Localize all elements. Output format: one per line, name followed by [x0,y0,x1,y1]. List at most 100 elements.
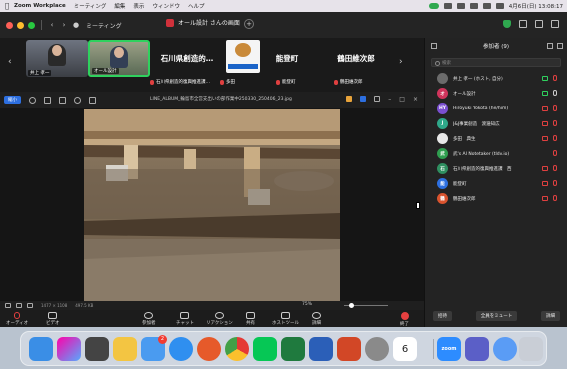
close-window-button[interactable] [6,21,13,29]
name-tile-tsuruta[interactable]: 鶴田維次郎 [318,40,394,77]
firefox-icon[interactable] [197,337,221,361]
close-icon[interactable] [557,43,563,49]
pop-out-icon[interactable] [547,43,553,49]
chevron-left-icon[interactable]: ‹ [8,57,16,71]
fullscreen-icon[interactable] [551,20,559,28]
markup-icon[interactable] [346,96,353,102]
video-button[interactable]: ビデオ [46,312,60,326]
search-icon[interactable] [482,3,491,9]
zoom-app-icon[interactable]: zoom [437,337,461,361]
participant-row[interactable]: 井上 孝一 (ホスト, 自分) [425,71,567,86]
avatar-tada[interactable] [226,40,260,73]
participant-row[interactable]: 能能登町 [425,176,567,191]
host-tools-button[interactable]: ホストツール [272,312,299,326]
status-icon[interactable] [443,3,452,9]
participant-row[interactable]: 武武's AI Notetaker (tldv.io) [425,146,567,161]
crop-icon[interactable] [44,96,51,104]
name-tile-ishikawa[interactable]: 石川県創造的… [150,40,224,77]
wifi-icon[interactable] [456,3,465,9]
invite-button[interactable]: 招待 [433,311,452,321]
share-icon[interactable] [89,96,96,104]
chrome-icon[interactable] [225,337,249,361]
mail-icon[interactable]: 2 [141,335,167,361]
audio-button[interactable]: オーディオ [6,312,28,326]
mute-all-button[interactable]: 全員をミュート [475,311,518,321]
participant-row[interactable]: 鶴鶴田維次郎 [425,191,567,206]
info-icon[interactable] [74,96,81,104]
divider [41,20,42,30]
calendar-icon[interactable]: 6 [393,337,417,361]
chevron-down-icon[interactable] [431,43,437,49]
name-tile-noto[interactable]: 能登町 [260,40,314,77]
participant-name: 武's AI Notetaker (tldv.io) [453,151,510,157]
zoom-slider-knob[interactable] [349,303,354,308]
notes-icon[interactable] [113,337,137,361]
powerpoint-icon[interactable] [337,337,361,361]
menu-meeting[interactable]: ミーティング [74,2,107,10]
trash-icon[interactable] [519,337,543,361]
participant-row[interactable]: HY Hiroyuki Yokota (he/him) [425,101,567,116]
tile-sub-text: 多田 [226,80,235,85]
zoom-slider[interactable] [344,303,388,308]
reactions-button[interactable]: リアクション [206,312,233,326]
more-icon[interactable] [374,96,381,102]
chat-button[interactable]: チャット [176,312,194,326]
maximize-window-button[interactable] [28,21,35,29]
excel-icon[interactable] [281,337,305,361]
minimize-window-button[interactable] [17,21,24,29]
safari-icon[interactable] [169,337,193,361]
video-tile-inoue[interactable]: 井上 孝一 [26,40,88,77]
more-button[interactable]: 詳細 [312,312,321,326]
restore-icon[interactable]: □ [399,96,405,103]
end-button[interactable]: 終了 [400,312,409,327]
teams-icon[interactable] [465,337,489,361]
more-options-button[interactable]: 詳細 [541,311,560,321]
menu-app-name[interactable]: Zoom Workplace [14,3,66,9]
battery-icon[interactable] [469,3,478,9]
cloud-icon[interactable] [360,96,367,102]
info-icon[interactable] [27,303,33,308]
app-icon[interactable] [493,337,517,361]
rotate-icon[interactable] [29,96,36,104]
menu-help[interactable]: ヘルプ [188,2,205,10]
camera-icon[interactable] [85,337,109,361]
pin-icon[interactable] [535,20,543,28]
menu-edit[interactable]: 編集 [114,2,125,10]
shield-icon[interactable] [503,20,511,28]
participant-row[interactable]: 石石川県創造的復興推進課 西 [425,161,567,176]
zoom-level[interactable]: 75% [302,302,312,307]
share-tab[interactable]: オール設計 さんの画面 [166,18,240,27]
settings-icon[interactable] [365,337,389,361]
share-button[interactable]: 共有 [246,312,255,326]
participant-row[interactable]: 多田 典生 [425,131,567,146]
annotate-icon[interactable] [59,96,66,104]
menu-clock[interactable]: 4月6日(日) 13:08:17 [509,2,563,10]
forward-icon[interactable]: › [60,21,68,29]
control-label: オーディオ [6,321,29,326]
menu-view[interactable]: 表示 [133,2,144,10]
apple-icon[interactable]:  [0,2,14,10]
new-tab-button[interactable]: + [244,19,254,29]
finder-icon[interactable] [29,337,53,361]
participant-list: 井上 孝一 (ホスト, 自分) オオール設計 HY Hiroyuki Yokota (… [425,71,567,206]
minimize-icon[interactable]: – [388,96,391,103]
zoom-status-icon[interactable] [428,3,439,9]
participant-row[interactable]: オオール設計 [425,86,567,101]
launchpad-icon[interactable] [57,337,81,361]
video-tile-all-sekkei[interactable]: オール設計 [88,40,150,77]
chevron-right-icon[interactable]: › [399,57,407,71]
close-icon[interactable]: × [413,96,418,103]
back-icon[interactable]: ‹ [48,21,56,29]
menu-window[interactable]: ウィンドウ [152,2,180,10]
participants-button[interactable]: 参加者 [142,312,156,326]
heart-icon[interactable] [16,303,22,308]
participant-row[interactable]: J J&J事業創造 渡邉知広 [425,116,567,131]
word-icon[interactable] [309,337,333,361]
image-icon[interactable] [5,303,11,308]
control-center-icon[interactable] [495,3,504,9]
view-icon[interactable] [519,20,527,28]
participant-search-input[interactable]: 検索 [431,58,561,67]
shrink-button[interactable]: 縮小 [4,96,21,104]
meeting-label[interactable]: ミーティング [86,21,122,30]
line-icon[interactable] [253,337,277,361]
